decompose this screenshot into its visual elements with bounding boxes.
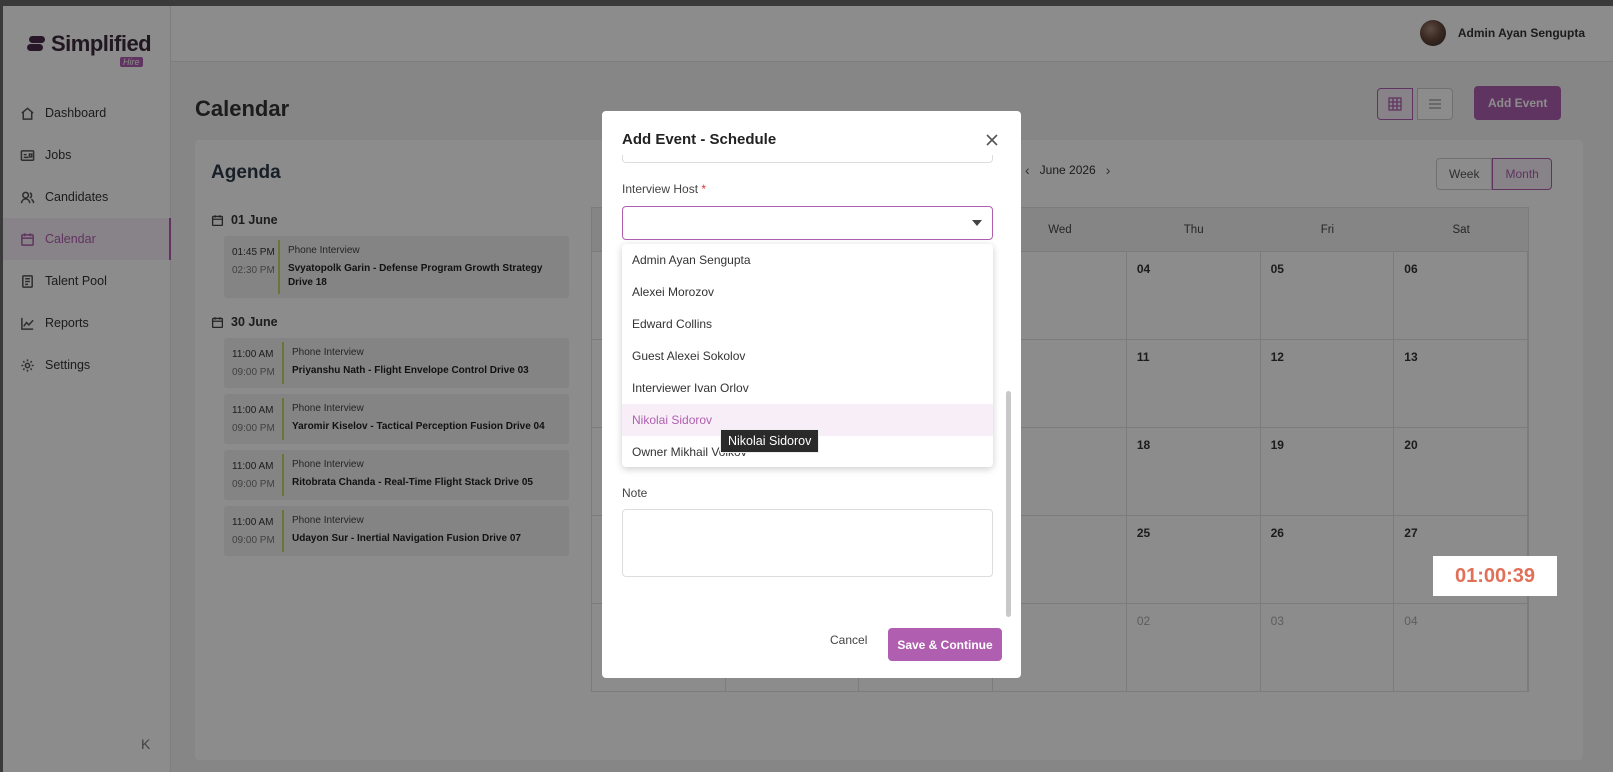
- interview-host-select[interactable]: [622, 206, 993, 240]
- app-frame: Simplified Hire Dashboard Jobs Candidate…: [3, 6, 1613, 772]
- close-icon: [986, 134, 998, 146]
- dropdown-option[interactable]: Edward Collins: [622, 308, 993, 340]
- dropdown-option[interactable]: Guest Alexei Sokolov: [622, 340, 993, 372]
- chevron-down-icon: [972, 220, 982, 226]
- timer-display: 01:00:39: [1433, 556, 1557, 596]
- dropdown-option[interactable]: Admin Ayan Sengupta: [622, 244, 993, 276]
- dropdown-option[interactable]: Alexei Morozov: [622, 276, 993, 308]
- note-label: Note: [622, 486, 648, 500]
- interview-host-label-text: Interview Host: [622, 182, 699, 196]
- dropdown-option[interactable]: Interviewer Ivan Orlov: [622, 372, 993, 404]
- interview-host-label: Interview Host *: [622, 182, 706, 196]
- cancel-button[interactable]: Cancel: [830, 633, 867, 647]
- close-button[interactable]: [985, 133, 999, 147]
- modal-title: Add Event - Schedule: [622, 131, 777, 148]
- note-textarea[interactable]: [622, 509, 993, 577]
- save-continue-button[interactable]: Save & Continue: [888, 628, 1002, 661]
- required-mark: *: [701, 182, 707, 196]
- option-tooltip: Nikolai Sidorov: [720, 429, 820, 453]
- modal-scrollbar[interactable]: [1006, 391, 1011, 617]
- add-event-modal: Add Event - Schedule Interview Host * Ad…: [602, 111, 1021, 678]
- previous-field-edge: [622, 155, 993, 163]
